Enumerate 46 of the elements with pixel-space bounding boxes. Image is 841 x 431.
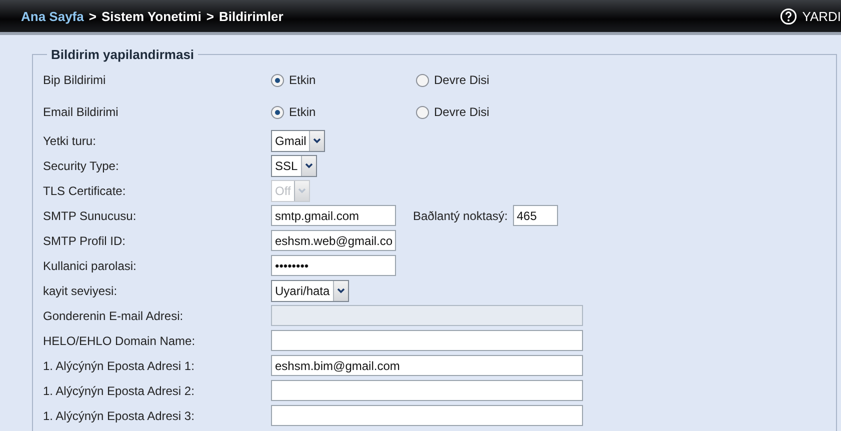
input-field[interactable] xyxy=(271,330,583,351)
page-title: Bildirimler xyxy=(219,8,284,24)
input-field[interactable]: •••••••• xyxy=(271,255,396,276)
field-label: Baðlantý noktasý: xyxy=(413,208,508,222)
dropdown[interactable]: Uyari/hata xyxy=(271,280,349,302)
field-label: Gonderenin E-mail Adresi: xyxy=(43,308,184,322)
field-label: 1. Alýcýnýn Eposta Adresi 2: xyxy=(43,384,196,398)
radio-button[interactable] xyxy=(416,106,429,118)
input-field[interactable]: eshsm.bim@gmail.com xyxy=(271,355,583,376)
caret-icon xyxy=(294,180,309,200)
field-label: Security Type: xyxy=(43,158,120,172)
section-link[interactable]: Sistem Yonetimi xyxy=(101,8,202,24)
radio-label: Etkin xyxy=(289,105,316,119)
field-label: 1. Alýcýnýn Eposta Adresi 1: xyxy=(43,358,196,372)
field-label: SMTP Profil ID: xyxy=(43,234,126,248)
caret-icon xyxy=(334,280,348,300)
caret-icon xyxy=(302,156,316,176)
radio-label: Devre Disi xyxy=(434,105,490,119)
input-field[interactable]: smtp.gmail.com xyxy=(271,205,396,226)
field-label: kayit seviyesi: xyxy=(43,284,118,298)
dropdown[interactable]: Gmail xyxy=(271,130,326,152)
radio-button[interactable] xyxy=(271,106,284,118)
radio-button[interactable] xyxy=(271,74,284,86)
radio-label: Etkin xyxy=(289,73,316,87)
input-field[interactable]: eshsm.web@gmail.co xyxy=(271,230,396,251)
field-label: SMTP Sunucusu: xyxy=(43,208,138,222)
home-link[interactable]: Ana Sayfa xyxy=(21,8,84,24)
input-field[interactable]: 465 xyxy=(512,205,558,226)
field-label: HELO/EHLO Domain Name: xyxy=(43,334,196,348)
help-icon[interactable] xyxy=(780,8,798,24)
input-field[interactable] xyxy=(271,405,583,426)
field-label: Bip Bildirimi xyxy=(43,73,107,87)
field-label: 1. Alýcýnýn Eposta Adresi 3: xyxy=(43,408,196,422)
radio-label: Devre Disi xyxy=(434,73,490,87)
input-field[interactable] xyxy=(271,380,583,401)
field-label: Email Bildirimi xyxy=(43,105,120,119)
caret-icon xyxy=(310,130,324,150)
radio-button[interactable] xyxy=(416,74,429,86)
separator: > xyxy=(88,8,96,24)
separator: > xyxy=(206,8,214,24)
field-label: Kullanici parolasi: xyxy=(43,258,138,272)
help-link[interactable]: YARDI xyxy=(802,8,841,24)
field-label: TLS Certificate: xyxy=(43,184,127,198)
panel-title: Bildirim yapilandirmasi xyxy=(50,47,196,62)
dropdown[interactable]: SSL xyxy=(271,154,317,176)
field-label: Yetki turu: xyxy=(43,134,97,148)
